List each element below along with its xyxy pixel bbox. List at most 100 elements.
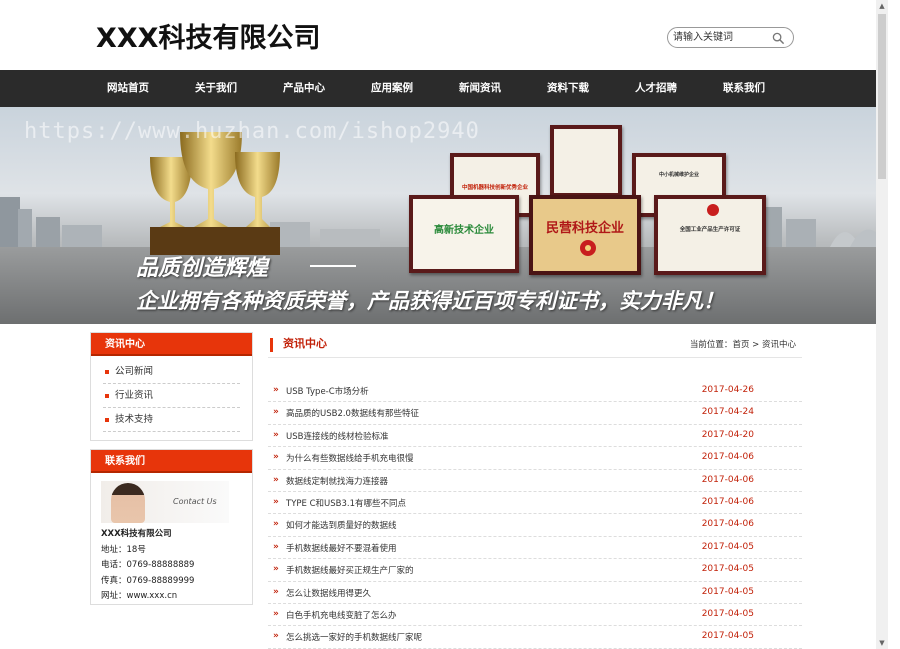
double-arrow-icon: » xyxy=(273,519,279,530)
main-header: 资讯中心 当前位置：首页 > 资讯中心 xyxy=(268,332,802,358)
contact-website: 网址：www.xxx.cn xyxy=(101,591,178,601)
breadcrumb-home-link[interactable]: 首页 xyxy=(732,340,749,350)
nav-item-cases[interactable]: 应用案例 xyxy=(348,70,436,107)
content-area: 资讯中心 公司新闻 行业资讯 技术支持 联系我们 Contact Us XXX科… xyxy=(0,324,888,649)
sidebar-item-industry-news[interactable]: 行业资讯 xyxy=(103,384,240,408)
nav-item-jobs[interactable]: 人才招聘 xyxy=(612,70,700,107)
sidebar-item-label: 技术支持 xyxy=(115,414,154,425)
contact-us-caption: Contact Us xyxy=(173,497,217,506)
sidebar-contact-title: 联系我们 xyxy=(91,450,252,473)
news-title[interactable]: 手机数据线最好买正规生产厂家的 xyxy=(286,564,414,576)
main-nav: 网站首页 关于我们 产品中心 应用案例 新闻资讯 资料下载 人才招聘 联系我们 xyxy=(0,70,888,107)
news-title[interactable]: 白色手机充电线变脏了怎么办 xyxy=(286,609,397,621)
nav-item-downloads[interactable]: 资料下载 xyxy=(524,70,612,107)
banner-slogan-2: 企业拥有各种资质荣誉，产品获得近百项专利证书，实力非凡！ xyxy=(136,289,724,313)
emblem-icon xyxy=(580,240,596,256)
certificate-5: 民营科技企业 xyxy=(529,195,641,275)
sidebar-item-tech-support[interactable]: 技术支持 xyxy=(103,408,240,432)
sidebar-category-list: 公司新闻 行业资讯 技术支持 xyxy=(91,356,252,440)
page-scrollbar[interactable]: ▲ ▼ xyxy=(876,0,888,649)
certificate-2 xyxy=(550,125,622,197)
sidebar-item-label: 公司新闻 xyxy=(115,366,154,377)
nav-item-news[interactable]: 新闻资讯 xyxy=(436,70,524,107)
bullet-icon xyxy=(105,370,109,374)
national-emblem-icon xyxy=(707,204,719,216)
news-item[interactable]: » 白色手机充电线变脏了怎么办 2017-04-05 xyxy=(268,604,802,627)
nav-item-about[interactable]: 关于我们 xyxy=(172,70,260,107)
news-title[interactable]: 怎么挑选一家好的手机数据线厂家呢 xyxy=(286,631,422,643)
page: XXX科技有限公司 网站首页 关于我们 产品中心 应用案例 新闻资讯 资料下载 … xyxy=(0,0,888,649)
double-arrow-icon: » xyxy=(273,564,279,575)
news-item[interactable]: » 为什么有些数据线给手机充电很慢 2017-04-06 xyxy=(268,447,802,470)
double-arrow-icon: » xyxy=(273,385,279,395)
double-arrow-icon: » xyxy=(273,586,279,597)
sidebar-item-company-news[interactable]: 公司新闻 xyxy=(103,360,240,384)
nav-item-products[interactable]: 产品中心 xyxy=(260,70,348,107)
double-arrow-icon: » xyxy=(273,631,279,642)
scroll-down-arrow-icon[interactable]: ▼ xyxy=(876,637,888,649)
sidebar-news-title: 资讯中心 xyxy=(91,333,252,356)
banner-watermark: https://www.huzhan.com/ishop2940 xyxy=(24,119,480,144)
title-accent-bar xyxy=(270,338,273,352)
news-date: 2017-04-06 xyxy=(701,519,754,530)
site-logo[interactable]: XXX科技有限公司 xyxy=(96,16,320,55)
news-item[interactable]: » 怎么挑选一家好的手机数据线厂家呢 2017-04-05 xyxy=(268,626,802,649)
bullet-icon xyxy=(105,394,109,398)
news-item[interactable]: » 数据线定制就找海力连接器 2017-04-06 xyxy=(268,470,802,492)
news-title[interactable]: 高品质的USB2.0数据线有那些特征 xyxy=(286,407,419,419)
sidebar: 资讯中心 公司新闻 行业资讯 技术支持 联系我们 Contact Us XXX科… xyxy=(90,332,253,605)
news-title[interactable]: USB Type-C市场分析 xyxy=(286,385,369,397)
double-arrow-icon: » xyxy=(273,474,279,485)
news-title[interactable]: TYPE C和USB3.1有哪些不同点 xyxy=(286,497,406,509)
breadcrumb-current: 资讯中心 xyxy=(761,340,796,350)
double-arrow-icon: » xyxy=(273,429,279,440)
news-date: 2017-04-26 xyxy=(701,385,754,395)
certificate-6: 全国工业产品生产许可证 xyxy=(654,195,766,275)
banner-slogan-1: 品质创造辉煌 xyxy=(136,256,269,281)
news-title[interactable]: USB连接线的线材检验标准 xyxy=(286,430,388,442)
contact-box: 联系我们 Contact Us XXX科技有限公司 地址：18号 电话：0769… xyxy=(90,449,253,605)
news-date: 2017-04-05 xyxy=(701,564,754,575)
contact-company: XXX科技有限公司 xyxy=(101,529,172,539)
news-title[interactable]: 数据线定制就找海力连接器 xyxy=(286,475,388,487)
news-title[interactable]: 如何才能选到质量好的数据线 xyxy=(286,519,397,531)
news-title[interactable]: 手机数据线最好不要混着使用 xyxy=(286,542,397,554)
banner: https://www.huzhan.com/ishop2940 中国机器科技创… xyxy=(0,107,888,324)
news-date: 2017-04-24 xyxy=(701,407,754,418)
contact-phone: 电话：0769-88888889 xyxy=(101,560,195,570)
news-title[interactable]: 怎么让数据线用得更久 xyxy=(286,587,371,599)
news-list: » USB Type-C市场分析 2017-04-26 » 高品质的USB2.0数据线有… xyxy=(268,380,802,649)
news-item[interactable]: » 怎么让数据线用得更久 2017-04-05 xyxy=(268,582,802,604)
news-date: 2017-04-05 xyxy=(701,631,754,642)
search-icon[interactable] xyxy=(772,32,785,45)
news-item[interactable]: » 如何才能选到质量好的数据线 2017-04-06 xyxy=(268,514,802,537)
news-date: 2017-04-06 xyxy=(701,474,754,485)
breadcrumb-separator: > xyxy=(749,340,762,350)
search-input[interactable] xyxy=(673,30,771,45)
header: XXX科技有限公司 xyxy=(0,0,888,70)
sidebar-item-label: 行业资讯 xyxy=(115,390,154,401)
double-arrow-icon: » xyxy=(273,496,279,507)
news-item[interactable]: » USB Type-C市场分析 2017-04-26 xyxy=(268,380,802,403)
double-arrow-icon: » xyxy=(273,407,279,418)
double-arrow-icon: » xyxy=(273,541,279,552)
news-date: 2017-04-05 xyxy=(701,586,754,597)
contact-address: 地址：18号 xyxy=(101,544,146,555)
scroll-up-arrow-icon[interactable]: ▲ xyxy=(876,0,888,12)
contact-info: XXX科技有限公司 地址：18号 电话：0769-88888889 传真：076… xyxy=(91,523,252,605)
news-item[interactable]: » 手机数据线最好不要混着使用 2017-04-05 xyxy=(268,537,802,560)
news-item[interactable]: » 手机数据线最好买正规生产厂家的 2017-04-05 xyxy=(268,559,802,582)
main-content: 资讯中心 当前位置：首页 > 资讯中心 » USB Type-C市场分析 2017-… xyxy=(268,332,802,649)
slogan-divider xyxy=(310,265,356,267)
certificate-4: 高新技术企业 xyxy=(409,195,519,273)
nav-item-home[interactable]: 网站首页 xyxy=(84,70,172,107)
customer-service-avatar xyxy=(111,483,145,523)
news-item[interactable]: » USB连接线的线材检验标准 2017-04-20 xyxy=(268,425,802,448)
nav-item-contact[interactable]: 联系我们 xyxy=(700,70,788,107)
news-item[interactable]: » 高品质的USB2.0数据线有那些特征 2017-04-24 xyxy=(268,402,802,425)
contact-fax: 传真：0769-88889999 xyxy=(101,575,195,586)
scrollbar-thumb[interactable] xyxy=(878,14,886,179)
news-date: 2017-04-06 xyxy=(701,496,754,507)
news-item[interactable]: » TYPE C和USB3.1有哪些不同点 2017-04-06 xyxy=(268,492,802,515)
news-title[interactable]: 为什么有些数据线给手机充电很慢 xyxy=(286,452,414,464)
